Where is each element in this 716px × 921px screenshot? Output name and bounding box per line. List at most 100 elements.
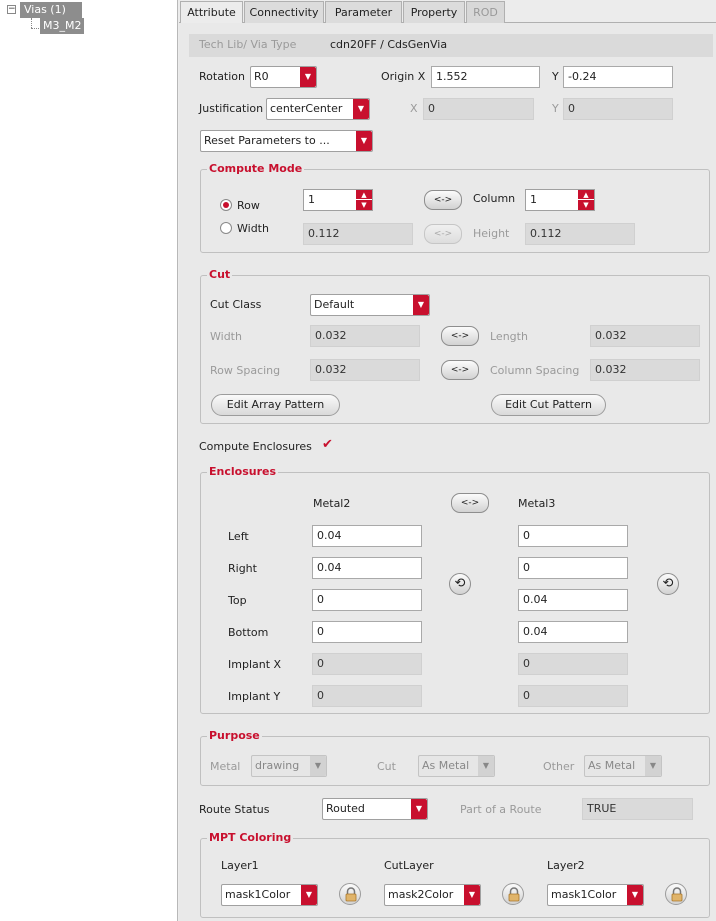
row-stepper[interactable]: 1 ▲ ▼: [303, 189, 373, 211]
tree-item-vias[interactable]: Vias (1): [20, 2, 82, 18]
stepper-up-icon[interactable]: ▲: [578, 190, 594, 200]
row-spacing-label: Row Spacing: [210, 364, 281, 377]
tree-item-m3-m2[interactable]: M3_M2: [40, 18, 84, 34]
rotate-metal2-icon[interactable]: ⟲: [449, 573, 471, 595]
layer1-color-select[interactable]: mask1Color ▼: [221, 884, 318, 906]
chevron-down-icon: ▼: [301, 885, 317, 905]
justification-y-field: 0: [563, 98, 673, 120]
metal3-bottom-field[interactable]: 0.04: [518, 621, 628, 643]
collapse-icon[interactable]: −: [7, 5, 16, 14]
layer2-color-value: mask1Color: [551, 888, 617, 901]
tree-connector: [31, 18, 32, 28]
compute-enclosures-checkbox[interactable]: ✔: [322, 438, 335, 452]
row-value: 1: [308, 193, 315, 206]
metal3-top-field[interactable]: 0.04: [518, 589, 628, 611]
tab-attribute[interactable]: Attribute: [180, 1, 243, 24]
height-label: Height: [473, 227, 510, 240]
metal2-right-field[interactable]: 0.04: [312, 557, 422, 579]
tab-connectivity[interactable]: Connectivity: [244, 1, 324, 23]
column-label: Column: [473, 192, 516, 205]
attribute-panel: Tech Lib/ Via Type cdn20FF / CdsGenVia R…: [179, 23, 716, 921]
purpose-cut-select: As Metal ▼: [418, 755, 495, 777]
lock-icon: [345, 887, 357, 902]
tree-connector: [31, 28, 39, 29]
implant-y-label: Implant Y: [228, 690, 281, 703]
cut-width-label: Width: [210, 330, 242, 343]
justification-value: centerCenter: [270, 102, 343, 115]
purpose-cut-label: Cut: [377, 760, 396, 773]
cut-class-value: Default: [314, 298, 355, 311]
stepper-up-icon[interactable]: ▲: [356, 190, 372, 200]
compute-width-field: 0.112: [303, 223, 413, 245]
metal2-top-field[interactable]: 0: [312, 589, 422, 611]
origin-x-field[interactable]: 1.552: [431, 66, 540, 88]
route-status-value: Routed: [326, 802, 365, 815]
layer2-color-select[interactable]: mask1Color ▼: [547, 884, 644, 906]
chevron-down-icon: ▼: [356, 131, 372, 151]
lock-icon: [508, 887, 520, 902]
row-spacing-field: 0.032: [310, 359, 420, 381]
purpose-title: Purpose: [207, 729, 262, 742]
mpt-coloring-group: [200, 838, 710, 918]
left-label: Left: [228, 530, 249, 543]
swap-row-column-button[interactable]: <->: [424, 190, 462, 210]
compute-enclosures-label: Compute Enclosures: [199, 440, 312, 453]
justification-label: Justification: [199, 102, 264, 115]
cut-class-select[interactable]: Default ▼: [310, 294, 430, 316]
rotation-label: Rotation: [199, 70, 246, 83]
top-label: Top: [228, 594, 247, 607]
cut-length-label: Length: [490, 330, 528, 343]
compute-mode-title: Compute Mode: [207, 162, 305, 175]
implant-x-label: Implant X: [228, 658, 282, 671]
edit-cut-pattern-button[interactable]: Edit Cut Pattern: [491, 394, 606, 416]
justification-y-label: Y: [552, 102, 559, 115]
cut-width-field: 0.032: [310, 325, 420, 347]
mpt-coloring-title: MPT Coloring: [207, 831, 294, 844]
reset-parameters-value: Reset Parameters to ...: [204, 134, 330, 147]
edit-array-pattern-button[interactable]: Edit Array Pattern: [211, 394, 340, 416]
tree-item-label: Vias (1): [24, 3, 66, 16]
chevron-down-icon: ▼: [478, 756, 494, 776]
reset-parameters-select[interactable]: Reset Parameters to ... ▼: [200, 130, 373, 152]
rotation-select[interactable]: R0 ▼: [250, 66, 317, 88]
purpose-cut-value: As Metal: [422, 759, 470, 772]
layer2-lock-button[interactable]: [665, 883, 687, 905]
purpose-other-select: As Metal ▼: [584, 755, 662, 777]
lock-icon: [671, 887, 683, 902]
layer1-label: Layer1: [221, 859, 259, 872]
part-of-route-field: TRUE: [582, 798, 693, 820]
layer1-lock-button[interactable]: [339, 883, 361, 905]
cut-length-field: 0.032: [590, 325, 700, 347]
swap-spacing-button[interactable]: <->: [441, 360, 479, 380]
column-spacing-label: Column Spacing: [490, 364, 580, 377]
tab-parameter[interactable]: Parameter: [325, 1, 402, 23]
route-status-select[interactable]: Routed ▼: [322, 798, 428, 820]
metal2-left-field[interactable]: 0.04: [312, 525, 422, 547]
cutlayer-color-select[interactable]: mask2Color ▼: [384, 884, 481, 906]
metal3-left-field[interactable]: 0: [518, 525, 628, 547]
metal2-header: Metal2: [313, 497, 351, 510]
purpose-metal-select: drawing ▼: [251, 755, 327, 777]
swap-width-height-button: <->: [424, 224, 462, 244]
row-radio[interactable]: [220, 199, 232, 211]
tab-property[interactable]: Property: [403, 1, 465, 23]
metal3-right-field[interactable]: 0: [518, 557, 628, 579]
cutlayer-lock-button[interactable]: [502, 883, 524, 905]
origin-y-field[interactable]: -0.24: [563, 66, 673, 88]
column-stepper[interactable]: 1 ▲ ▼: [525, 189, 595, 211]
chevron-down-icon: ▼: [411, 799, 427, 819]
swap-width-length-button[interactable]: <->: [441, 326, 479, 346]
cutlayer-color-value: mask2Color: [388, 888, 454, 901]
chevron-down-icon: ▼: [300, 67, 316, 87]
rotate-metal3-icon[interactable]: ⟲: [657, 573, 679, 595]
stepper-down-icon[interactable]: ▼: [578, 200, 594, 210]
origin-y-label: Y: [552, 70, 559, 83]
metal2-bottom-field[interactable]: 0: [312, 621, 422, 643]
width-radio[interactable]: [220, 222, 232, 234]
stepper-down-icon[interactable]: ▼: [356, 200, 372, 210]
object-tree: − Vias (1) M3_M2: [0, 0, 178, 921]
cut-class-label: Cut Class: [210, 298, 262, 311]
justification-select[interactable]: centerCenter ▼: [266, 98, 370, 120]
swap-metal-button[interactable]: <->: [451, 493, 489, 513]
tab-rod: ROD: [466, 1, 505, 23]
